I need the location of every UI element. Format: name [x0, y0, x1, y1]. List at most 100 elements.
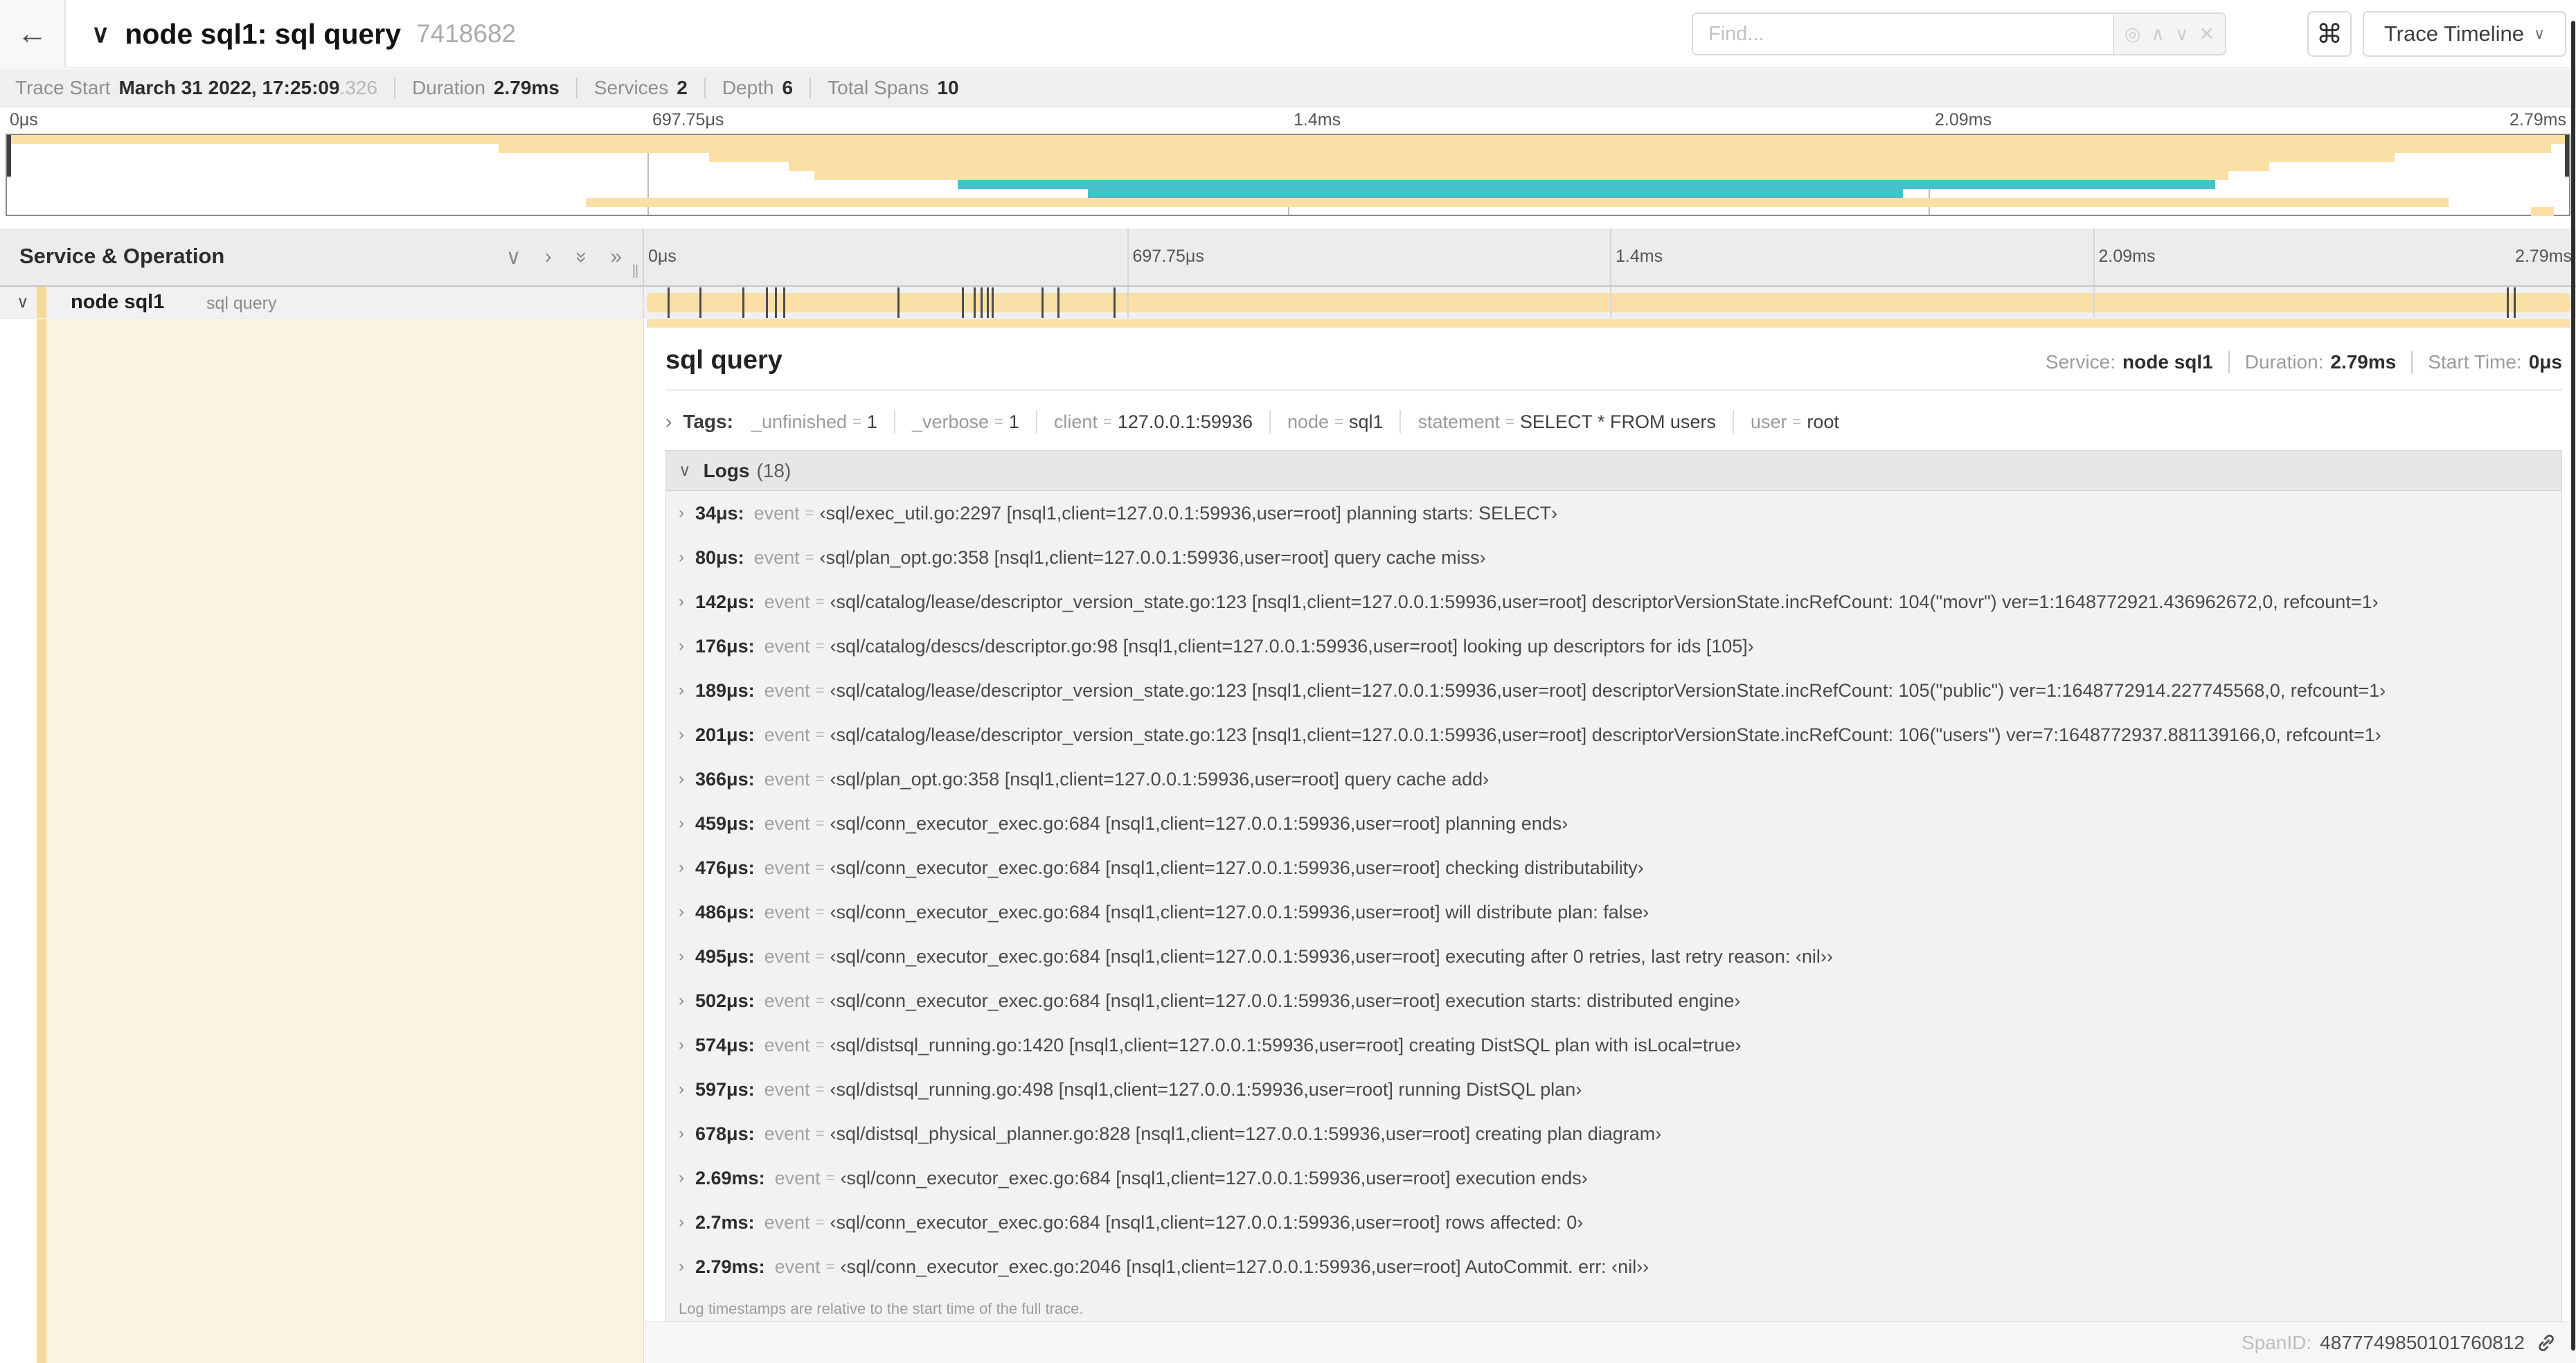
log-expand-chevron-icon[interactable]: ›	[679, 947, 684, 966]
log-row[interactable]: › 476μs: event = ‹sql/conn_executor_exec.go:…	[666, 846, 2561, 890]
tick-label: 2.09ms	[2098, 247, 2156, 266]
collapse-one-icon[interactable]: ∨	[506, 245, 521, 269]
log-row[interactable]: › 597μs: event = ‹sql/distsql_running.go:498…	[666, 1067, 2561, 1112]
log-expand-chevron-icon[interactable]: ›	[679, 902, 684, 922]
log-expand-chevron-icon[interactable]: ›	[679, 1124, 684, 1143]
log-row[interactable]: › 80μs: event = ‹sql/plan_opt.go:358 [nsql1,…	[666, 535, 2561, 580]
divider	[1035, 410, 1037, 434]
log-field-value: ‹sql/plan_opt.go:358 [nsql1,client=127.0…	[830, 768, 1490, 790]
log-expand-chevron-icon[interactable]: ›	[679, 858, 684, 878]
log-expand-chevron-icon[interactable]: ›	[679, 1168, 684, 1188]
tag-key: _verbose	[911, 411, 990, 432]
log-row[interactable]: › 142μs: event = ‹sql/catalog/lease/descript…	[666, 580, 2561, 624]
log-field-key: event	[764, 1034, 810, 1055]
log-marker-tick	[974, 287, 976, 318]
vertical-scrollbar[interactable]	[2571, 21, 2575, 1351]
span-duration-bar[interactable]	[647, 293, 2570, 312]
log-expand-chevron-icon[interactable]: ›	[679, 504, 684, 523]
span-id-value: 4877749850101760812	[2320, 1331, 2525, 1353]
summary-value: March 31 2022, 17:25:09.326	[118, 76, 378, 98]
log-field-value: ‹sql/distsql_physical_planner.go:828 [ns…	[830, 1123, 1662, 1144]
log-row[interactable]: › 189μs: event = ‹sql/catalog/lease/descript…	[666, 668, 2561, 713]
log-expand-chevron-icon[interactable]: ›	[679, 592, 684, 612]
tick-label: 1.4ms	[1294, 110, 1341, 130]
log-expand-chevron-icon[interactable]: ›	[679, 1213, 684, 1232]
expand-all-icon[interactable]: »	[610, 245, 622, 269]
minimap-span-bar	[499, 144, 2552, 153]
log-expand-chevron-icon[interactable]: ›	[679, 1035, 684, 1055]
log-timestamp: 502μs:	[695, 990, 755, 1011]
clear-search-icon[interactable]: ✕	[2199, 24, 2215, 45]
prev-match-icon[interactable]: ∧	[2151, 24, 2165, 45]
tags-section[interactable]: › Tags: _unfinished = 1 _verbose = 1 client = 12…	[665, 406, 2562, 438]
log-expand-chevron-icon[interactable]: ›	[679, 769, 684, 789]
view-selector-dropdown[interactable]: Trace Timeline ∨	[2363, 11, 2566, 57]
log-field-key: event	[764, 724, 810, 745]
tags-expand-chevron-icon[interactable]: ›	[665, 411, 672, 433]
equals-sign: =	[815, 992, 825, 1009]
tag-key: statement	[1417, 411, 1501, 432]
span-color-stripe	[37, 287, 46, 318]
span-bar-cell[interactable]	[644, 287, 2576, 318]
tick-label: 2.09ms	[1935, 110, 1992, 130]
log-row[interactable]: › 2.7ms: event = ‹sql/conn_executor_exec.go:…	[666, 1200, 2561, 1245]
log-row[interactable]: › 201μs: event = ‹sql/catalog/lease/descript…	[666, 713, 2561, 757]
log-row[interactable]: › 678μs: event = ‹sql/distsql_physical_plann…	[666, 1112, 2561, 1156]
log-expand-chevron-icon[interactable]: ›	[679, 1080, 684, 1099]
log-expand-chevron-icon[interactable]: ›	[679, 991, 684, 1010]
span-row[interactable]: ∨ node sql1 sql query	[0, 287, 2576, 319]
log-marker-tick	[1113, 287, 1116, 318]
log-row[interactable]: › 459μs: event = ‹sql/conn_executor_exec.go:…	[666, 801, 2561, 846]
minimap-canvas[interactable]	[6, 134, 2570, 216]
log-expand-chevron-icon[interactable]: ›	[679, 814, 684, 833]
log-marker-tick	[699, 287, 701, 318]
log-expand-chevron-icon[interactable]: ›	[679, 725, 684, 745]
command-icon: ⌘	[2316, 19, 2343, 49]
log-marker-tick	[783, 287, 785, 318]
log-timestamp: 476μs:	[695, 857, 755, 878]
keyboard-shortcuts-button[interactable]: ⌘	[2307, 11, 2352, 57]
locate-icon[interactable]: ◎	[2125, 24, 2141, 45]
log-expand-chevron-icon[interactable]: ›	[679, 636, 684, 656]
trace-minimap: 0μs 697.75μs 1.4ms 2.09ms 2.79ms	[0, 107, 2576, 229]
log-expand-chevron-icon[interactable]: ›	[679, 1257, 684, 1276]
logs-header[interactable]: ∨ Logs (18)	[666, 451, 2561, 491]
column-resizer-grip[interactable]: ‖	[632, 261, 641, 283]
expand-one-icon[interactable]: ›	[545, 245, 552, 269]
link-icon[interactable]	[2534, 1331, 2558, 1355]
span-name-cell[interactable]: ∨ node sql1 sql query	[0, 287, 644, 318]
trace-title-group[interactable]: ∨ node sql1: sql query 7418682	[91, 0, 516, 68]
collapse-trace-chevron-icon[interactable]: ∨	[91, 19, 109, 48]
log-field-value: ‹sql/catalog/descs/descriptor.go:98 [nsq…	[830, 635, 1754, 657]
log-field-value: ‹sql/conn_executor_exec.go:684 [nsql1,cl…	[830, 857, 1644, 878]
log-marker-tick	[962, 287, 964, 318]
log-row[interactable]: › 574μs: event = ‹sql/distsql_running.go:142…	[666, 1023, 2561, 1067]
equals-sign: =	[1102, 413, 1112, 430]
log-row[interactable]: › 366μs: event = ‹sql/plan_opt.go:358 [nsql1…	[666, 757, 2561, 801]
back-button[interactable]: ←	[0, 0, 66, 68]
log-row[interactable]: › 495μs: event = ‹sql/conn_executor_exec.go:…	[666, 934, 2561, 979]
logs-note: Log timestamps are relative to the start…	[679, 1300, 1084, 1317]
log-row[interactable]: › 486μs: event = ‹sql/conn_executor_exec.go:…	[666, 890, 2561, 934]
log-field-value: ‹sql/catalog/lease/descriptor_version_st…	[830, 724, 2381, 745]
minimap-drag-handle-left[interactable]	[7, 135, 11, 177]
collapse-all-icon[interactable]: »	[569, 251, 593, 263]
log-row[interactable]: › 2.69ms: event = ‹sql/conn_executor_exec.go…	[666, 1156, 2561, 1200]
log-row[interactable]: › 502μs: event = ‹sql/conn_executor_exec.go:…	[666, 979, 2561, 1023]
view-selector-label: Trace Timeline	[2383, 21, 2525, 46]
equals-sign: =	[815, 637, 825, 654]
log-timestamp: 2.7ms:	[695, 1211, 755, 1233]
span-collapse-chevron-icon[interactable]: ∨	[17, 292, 29, 312]
log-expand-chevron-icon[interactable]: ›	[679, 681, 684, 700]
find-input[interactable]	[1693, 14, 2113, 54]
minimap-drag-handle-right[interactable]	[2565, 135, 2569, 177]
tags-label: Tags:	[683, 411, 733, 432]
log-expand-chevron-icon[interactable]: ›	[679, 548, 684, 567]
log-marker-tick	[2514, 287, 2516, 318]
tick-label: 0μs	[10, 110, 38, 130]
next-match-icon[interactable]: ∨	[2175, 24, 2189, 45]
log-row[interactable]: › 34μs: event = ‹sql/exec_util.go:2297 [nsql…	[666, 491, 2561, 535]
log-row[interactable]: › 176μs: event = ‹sql/catalog/descs/descript…	[666, 624, 2561, 668]
log-row[interactable]: › 2.79ms: event = ‹sql/conn_executor_exec.go…	[666, 1245, 2561, 1289]
logs-collapse-chevron-icon[interactable]: ∨	[679, 461, 691, 481]
